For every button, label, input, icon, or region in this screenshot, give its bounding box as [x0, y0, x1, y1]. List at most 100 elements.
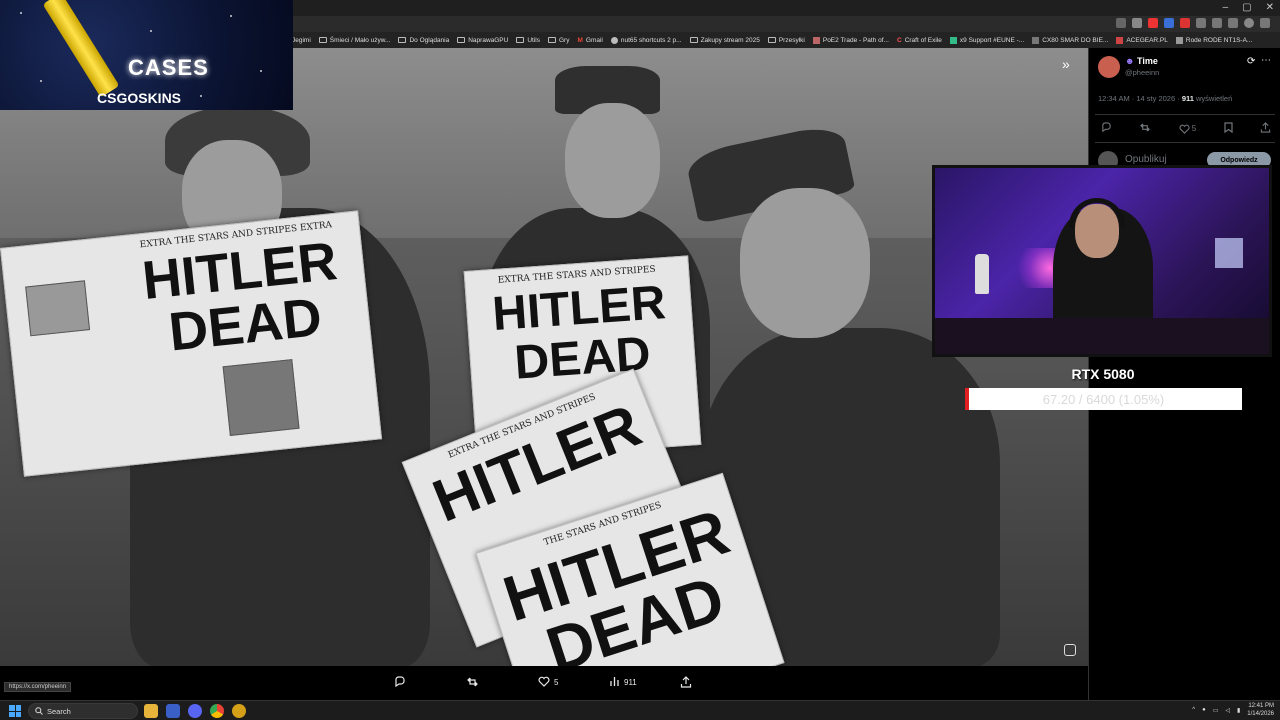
share-icon[interactable] [1260, 122, 1271, 135]
repost-action[interactable] [466, 676, 479, 690]
shop-icon [1175, 36, 1183, 44]
newspaper-headline: HITLER [490, 276, 668, 342]
expand-panel-icon[interactable]: » [1062, 56, 1070, 72]
search-icon [35, 707, 43, 715]
extension-icons [1116, 18, 1270, 28]
gpu-name: RTX 5080 [1071, 366, 1135, 382]
battery-icon[interactable]: ▮ [1237, 707, 1240, 714]
bookmark-folder[interactable]: Gry [547, 37, 569, 44]
reply-action[interactable] [394, 676, 406, 690]
folder-icon [516, 37, 525, 43]
like-count: 5 [554, 678, 559, 687]
bookmark-item[interactable]: ACEGEAR.PL [1116, 36, 1168, 44]
folder-icon [457, 37, 466, 43]
extension-icon[interactable] [1196, 18, 1206, 28]
background-monitor [1215, 238, 1243, 268]
bookmark-item[interactable]: C Craft of Exile [897, 37, 942, 44]
close-icon[interactable]: ✕ [1266, 2, 1274, 13]
repost-icon[interactable] [1139, 122, 1151, 135]
cast-icon[interactable] [1116, 18, 1126, 28]
bookmark-item[interactable]: CX80 SMAR DO BIE... [1032, 36, 1108, 44]
bookmark-item[interactable]: PoE2 Trade - Path of... [812, 36, 889, 44]
bookmark-folder[interactable]: Utils [516, 37, 540, 44]
window-controls: – ▢ ✕ [1223, 2, 1274, 13]
menu-icon[interactable] [1260, 18, 1270, 28]
view-count: 911 [624, 678, 637, 687]
discord-icon[interactable] [188, 704, 202, 718]
user-handle[interactable]: @pheeinn [1125, 68, 1159, 77]
grok-icon[interactable]: ⟳ [1247, 56, 1255, 67]
puzzle-icon[interactable] [1212, 18, 1222, 28]
folder-icon [689, 37, 698, 43]
bookmark-folder[interactable]: NaprawaGPU [457, 37, 508, 44]
comment-icon[interactable] [1101, 122, 1112, 135]
post-actions: 5 [1101, 122, 1271, 135]
webcam-overlay [932, 165, 1272, 357]
avatar[interactable] [1098, 56, 1120, 78]
folder-icon [547, 37, 556, 43]
bookmark-item[interactable]: nut65 shortcuts 2 p... [610, 36, 682, 44]
system-tray: ^ ● ▭ ◁ ▮ 12:41 PM 1/14/2026 [1192, 702, 1274, 718]
bookmark-item[interactable]: M Gmail [577, 37, 602, 44]
bookmark-folder[interactable]: Zakupy stream 2025 [689, 37, 760, 44]
share-action[interactable] [680, 676, 692, 690]
stream-sponsor-logo: CASES CSGOSKINS [0, 0, 293, 110]
comment-icon [394, 676, 406, 690]
taskbar-search[interactable]: Search [28, 703, 138, 719]
status-url-tooltip: https://x.com/pheeinn [4, 682, 72, 692]
more-options-icon[interactable]: ⋯ [1261, 55, 1271, 66]
minimize-icon[interactable]: – [1223, 2, 1229, 13]
bottle [975, 254, 989, 294]
download-icon[interactable] [1228, 18, 1238, 28]
globe-icon [610, 36, 618, 44]
folder-icon [318, 37, 327, 43]
file-explorer-icon[interactable] [144, 704, 158, 718]
repost-icon [466, 676, 479, 690]
discord-icon [949, 36, 957, 44]
bookmark-item[interactable]: Jegimi [292, 37, 311, 44]
bookmark-folder[interactable]: Do Oglądania [398, 37, 449, 44]
app-icon[interactable] [232, 704, 246, 718]
photo-face [565, 103, 660, 218]
logo-skins-text: CSGOSKINS [97, 90, 182, 106]
profile-icon[interactable] [1244, 18, 1254, 28]
gpu-usage-text: 67.20 / 6400 (1.05%) [1042, 391, 1165, 407]
bookmark-icon[interactable] [1223, 122, 1233, 135]
bookmark-item[interactable]: Rode RODE NT1S-A... [1175, 36, 1252, 44]
image-options-icon[interactable] [1064, 644, 1076, 656]
clock[interactable]: 12:41 PM 1/14/2026 [1247, 702, 1274, 718]
network-icon[interactable]: ▭ [1213, 707, 1219, 714]
like-action[interactable]: 5 [538, 676, 558, 689]
gpu-usage-bar: 67.20 / 6400 (1.05%) [965, 388, 1242, 410]
chevron-up-icon[interactable]: ^ [1192, 707, 1195, 713]
headset [1069, 198, 1125, 228]
desk [935, 318, 1269, 354]
media-viewer[interactable]: EXTRA THE STARS AND STRIPES EXTRA HITLER… [0, 48, 1088, 666]
poe-icon [812, 36, 820, 44]
photo-face [740, 188, 870, 338]
extension-icon[interactable] [1180, 18, 1190, 28]
microphone-icon[interactable]: ● [1202, 707, 1206, 713]
display-name[interactable]: ☻ Time [1125, 56, 1158, 66]
extension-red-icon[interactable] [1148, 18, 1158, 28]
share-icon [680, 676, 692, 690]
folder-icon [767, 37, 776, 43]
chrome-icon[interactable] [210, 704, 224, 718]
newspaper: EXTRA THE STARS AND STRIPES EXTRA HITLER… [0, 210, 383, 477]
acegear-icon [1116, 36, 1124, 44]
like-button[interactable]: 5 [1179, 122, 1196, 135]
star-icon[interactable] [1132, 18, 1142, 28]
shield-icon[interactable] [1164, 18, 1174, 28]
maximize-icon[interactable]: ▢ [1242, 2, 1251, 13]
post-image: EXTRA THE STARS AND STRIPES EXTRA HITLER… [0, 48, 1088, 666]
volume-icon[interactable]: ◁ [1225, 707, 1230, 714]
bookmark-folder[interactable]: Śmieci / Mało używ... [318, 37, 390, 44]
bookmark-item[interactable]: x9 Support #EUNE -... [949, 36, 1024, 44]
views-action[interactable]: 911 [609, 676, 637, 689]
shop-icon [1032, 36, 1040, 44]
bookmark-folder[interactable]: Przesyłki [767, 37, 805, 44]
reply-input[interactable]: Opublikuj [1125, 154, 1167, 165]
windows-start-icon[interactable] [9, 705, 21, 717]
app-icon[interactable] [166, 704, 180, 718]
logo-cases-text: CASES [128, 55, 209, 80]
